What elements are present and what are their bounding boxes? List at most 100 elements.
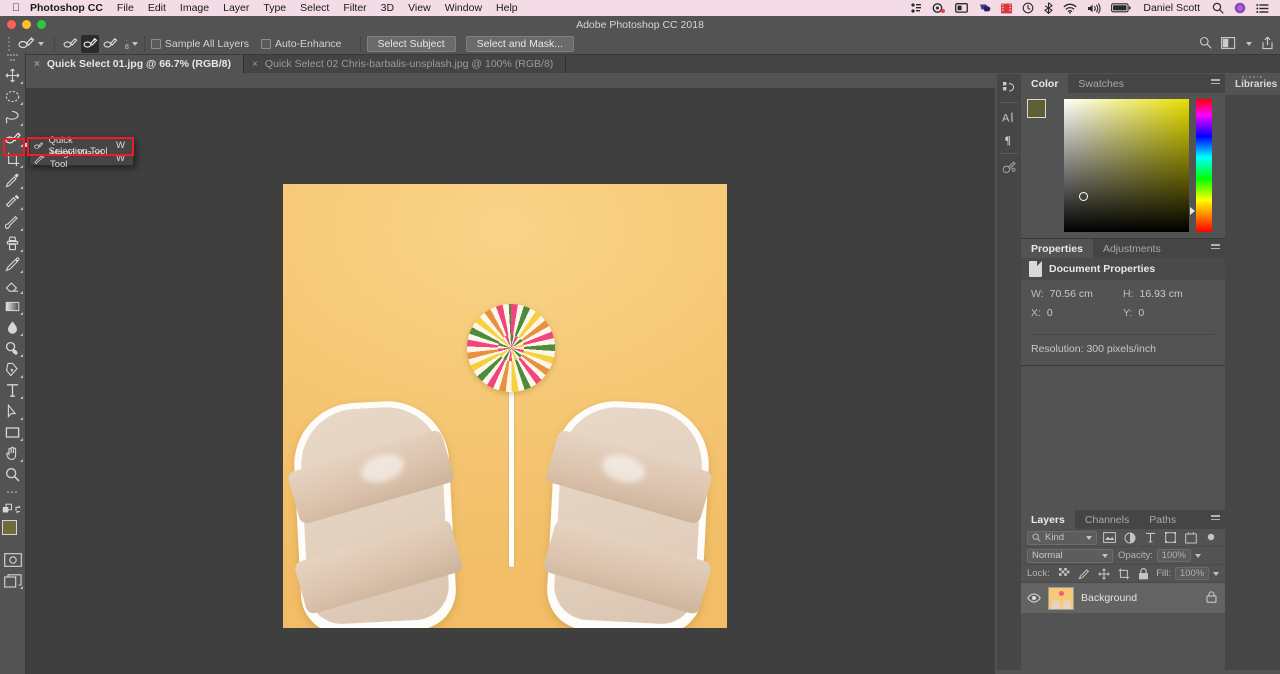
panel-menu-icon[interactable]: [1211, 515, 1220, 524]
select-and-mask-button[interactable]: Select and Mask...: [465, 35, 575, 52]
checkbox-box[interactable]: [260, 38, 271, 49]
hand-tool-icon[interactable]: [1, 443, 25, 464]
lock-all-icon[interactable]: [1136, 567, 1151, 581]
more-tools-icon[interactable]: ⋯: [6, 485, 19, 501]
tab-properties[interactable]: Properties: [1021, 239, 1093, 258]
maximize-button[interactable]: [37, 20, 46, 29]
layer-name[interactable]: Background: [1081, 592, 1137, 604]
sample-all-layers-checkbox[interactable]: Sample All Layers: [150, 38, 249, 50]
minimize-button[interactable]: [22, 20, 31, 29]
document-artboard[interactable]: [283, 184, 727, 628]
pen-tool-icon[interactable]: [1, 359, 25, 380]
color-panel-swatches[interactable]: [1027, 99, 1057, 129]
elliptical-marquee-tool-icon[interactable]: [1, 86, 25, 107]
menu-item-3d[interactable]: 3D: [374, 2, 401, 14]
share-icon[interactable]: [1261, 35, 1274, 53]
foreground-color-swatch[interactable]: [1, 520, 17, 535]
clone-stamp-tool-icon[interactable]: [1, 233, 25, 254]
move-tool-icon[interactable]: [1, 65, 25, 86]
property-x[interactable]: X: 0: [1031, 307, 1123, 319]
gradient-tool-icon[interactable]: [1, 296, 25, 317]
display-icon[interactable]: [950, 2, 973, 14]
wifi-icon[interactable]: [1058, 3, 1082, 14]
lock-transparent-pixels-icon[interactable]: [1057, 567, 1072, 581]
document-tab-1[interactable]: × Quick Select 01.jpg @ 66.7% (RGB/8): [26, 55, 244, 73]
menu-item-help[interactable]: Help: [489, 2, 525, 14]
video-icon[interactable]: [996, 3, 1017, 14]
filter-smart-object-icon[interactable]: [1183, 531, 1198, 545]
eraser-tool-icon[interactable]: [1, 275, 25, 296]
filter-type-layers-icon[interactable]: [1142, 531, 1157, 545]
blur-tool-icon[interactable]: [1, 317, 25, 338]
panel-menu-icon[interactable]: [1211, 244, 1220, 253]
menu-item-select[interactable]: Select: [293, 2, 336, 14]
tab-swatches[interactable]: Swatches: [1068, 74, 1134, 93]
tab-color[interactable]: Color: [1021, 74, 1069, 93]
menubar-user-name[interactable]: Daniel Scott: [1136, 2, 1207, 14]
add-to-selection-mode[interactable]: [81, 34, 99, 53]
menu-item-image[interactable]: Image: [173, 2, 216, 14]
tab-adjustments[interactable]: Adjustments: [1093, 239, 1171, 258]
lock-artboard-nesting-icon[interactable]: [1116, 567, 1131, 581]
panel-menu-icon[interactable]: [1211, 79, 1220, 88]
history-panel-icon[interactable]: [998, 78, 1020, 98]
time-machine-icon[interactable]: [1017, 2, 1039, 14]
siri-icon[interactable]: [1229, 2, 1251, 14]
workspace-switcher-icon[interactable]: [1221, 36, 1237, 52]
lasso-tool-icon[interactable]: [1, 107, 25, 128]
dropbox-icon[interactable]: [905, 2, 927, 14]
select-subject-button[interactable]: Select Subject: [366, 35, 456, 52]
menu-item-window[interactable]: Window: [438, 2, 489, 14]
blend-mode-select[interactable]: Normal: [1027, 548, 1113, 563]
menu-item-layer[interactable]: Layer: [216, 2, 256, 14]
hue-slider-cursor[interactable]: [1190, 207, 1195, 215]
close-icon[interactable]: ×: [34, 59, 40, 70]
fill-value[interactable]: 100%: [1175, 567, 1210, 580]
new-selection-mode[interactable]: [61, 35, 79, 53]
layer-thumbnail[interactable]: [1048, 586, 1074, 610]
property-width[interactable]: W: 70.56 cm: [1031, 288, 1123, 300]
close-button[interactable]: [7, 20, 16, 29]
eyedropper-tool-icon[interactable]: [1, 170, 25, 191]
menu-item-filter[interactable]: Filter: [336, 2, 373, 14]
spot-healing-brush-tool-icon[interactable]: [1, 191, 25, 212]
filter-toggle-icon[interactable]: [1204, 531, 1219, 545]
current-tool-preview[interactable]: [14, 35, 48, 53]
color-field-cursor[interactable]: [1079, 192, 1088, 201]
close-icon[interactable]: ×: [252, 59, 258, 70]
brush-size-control[interactable]: · 8: [125, 37, 138, 51]
subtract-from-selection-mode[interactable]: [101, 35, 119, 53]
tab-layers[interactable]: Layers: [1021, 510, 1075, 529]
paragraph-panel-icon[interactable]: ¶: [998, 129, 1020, 149]
battery-icon[interactable]: [1106, 3, 1136, 13]
eye-icon[interactable]: [1027, 593, 1041, 603]
bluetooth-icon[interactable]: [1039, 2, 1058, 14]
quick-selection-tool-icon[interactable]: [1, 128, 25, 149]
crop-tool-icon[interactable]: [1, 149, 25, 170]
notification-center-icon[interactable]: [1251, 3, 1274, 14]
menu-item-view[interactable]: View: [401, 2, 438, 14]
history-brush-tool-icon[interactable]: [1, 254, 25, 275]
chevron-down-icon[interactable]: [1085, 535, 1092, 540]
type-tool-icon[interactable]: [1, 380, 25, 401]
creative-cloud-icon[interactable]: [927, 2, 950, 14]
brush-tool-icon[interactable]: [1, 212, 25, 233]
lock-icon[interactable]: [1206, 590, 1217, 606]
opacity-value[interactable]: 100%: [1156, 549, 1191, 562]
layer-row-background[interactable]: Background: [1021, 583, 1225, 613]
character-panel-icon[interactable]: A: [998, 107, 1020, 127]
screen-mode-icon[interactable]: [1, 570, 25, 591]
color-swatches[interactable]: [1, 519, 25, 543]
volume-icon[interactable]: [1082, 2, 1106, 14]
document-tab-2[interactable]: × Quick Select 02 Chris-barbalis-unsplas…: [244, 55, 567, 73]
menu-item-file[interactable]: File: [110, 2, 141, 14]
layer-filter-kind-select[interactable]: Kind: [1027, 530, 1097, 545]
canvas-area[interactable]: [26, 88, 995, 670]
menu-item-type[interactable]: Type: [256, 2, 293, 14]
lock-position-icon[interactable]: [1097, 567, 1112, 581]
libraries-grip[interactable]: [1242, 76, 1263, 80]
path-selection-tool-icon[interactable]: [1, 401, 25, 422]
tab-paths[interactable]: Paths: [1139, 510, 1186, 529]
brush-chevron-down-icon[interactable]: [131, 41, 138, 46]
hue-slider[interactable]: [1190, 99, 1212, 232]
